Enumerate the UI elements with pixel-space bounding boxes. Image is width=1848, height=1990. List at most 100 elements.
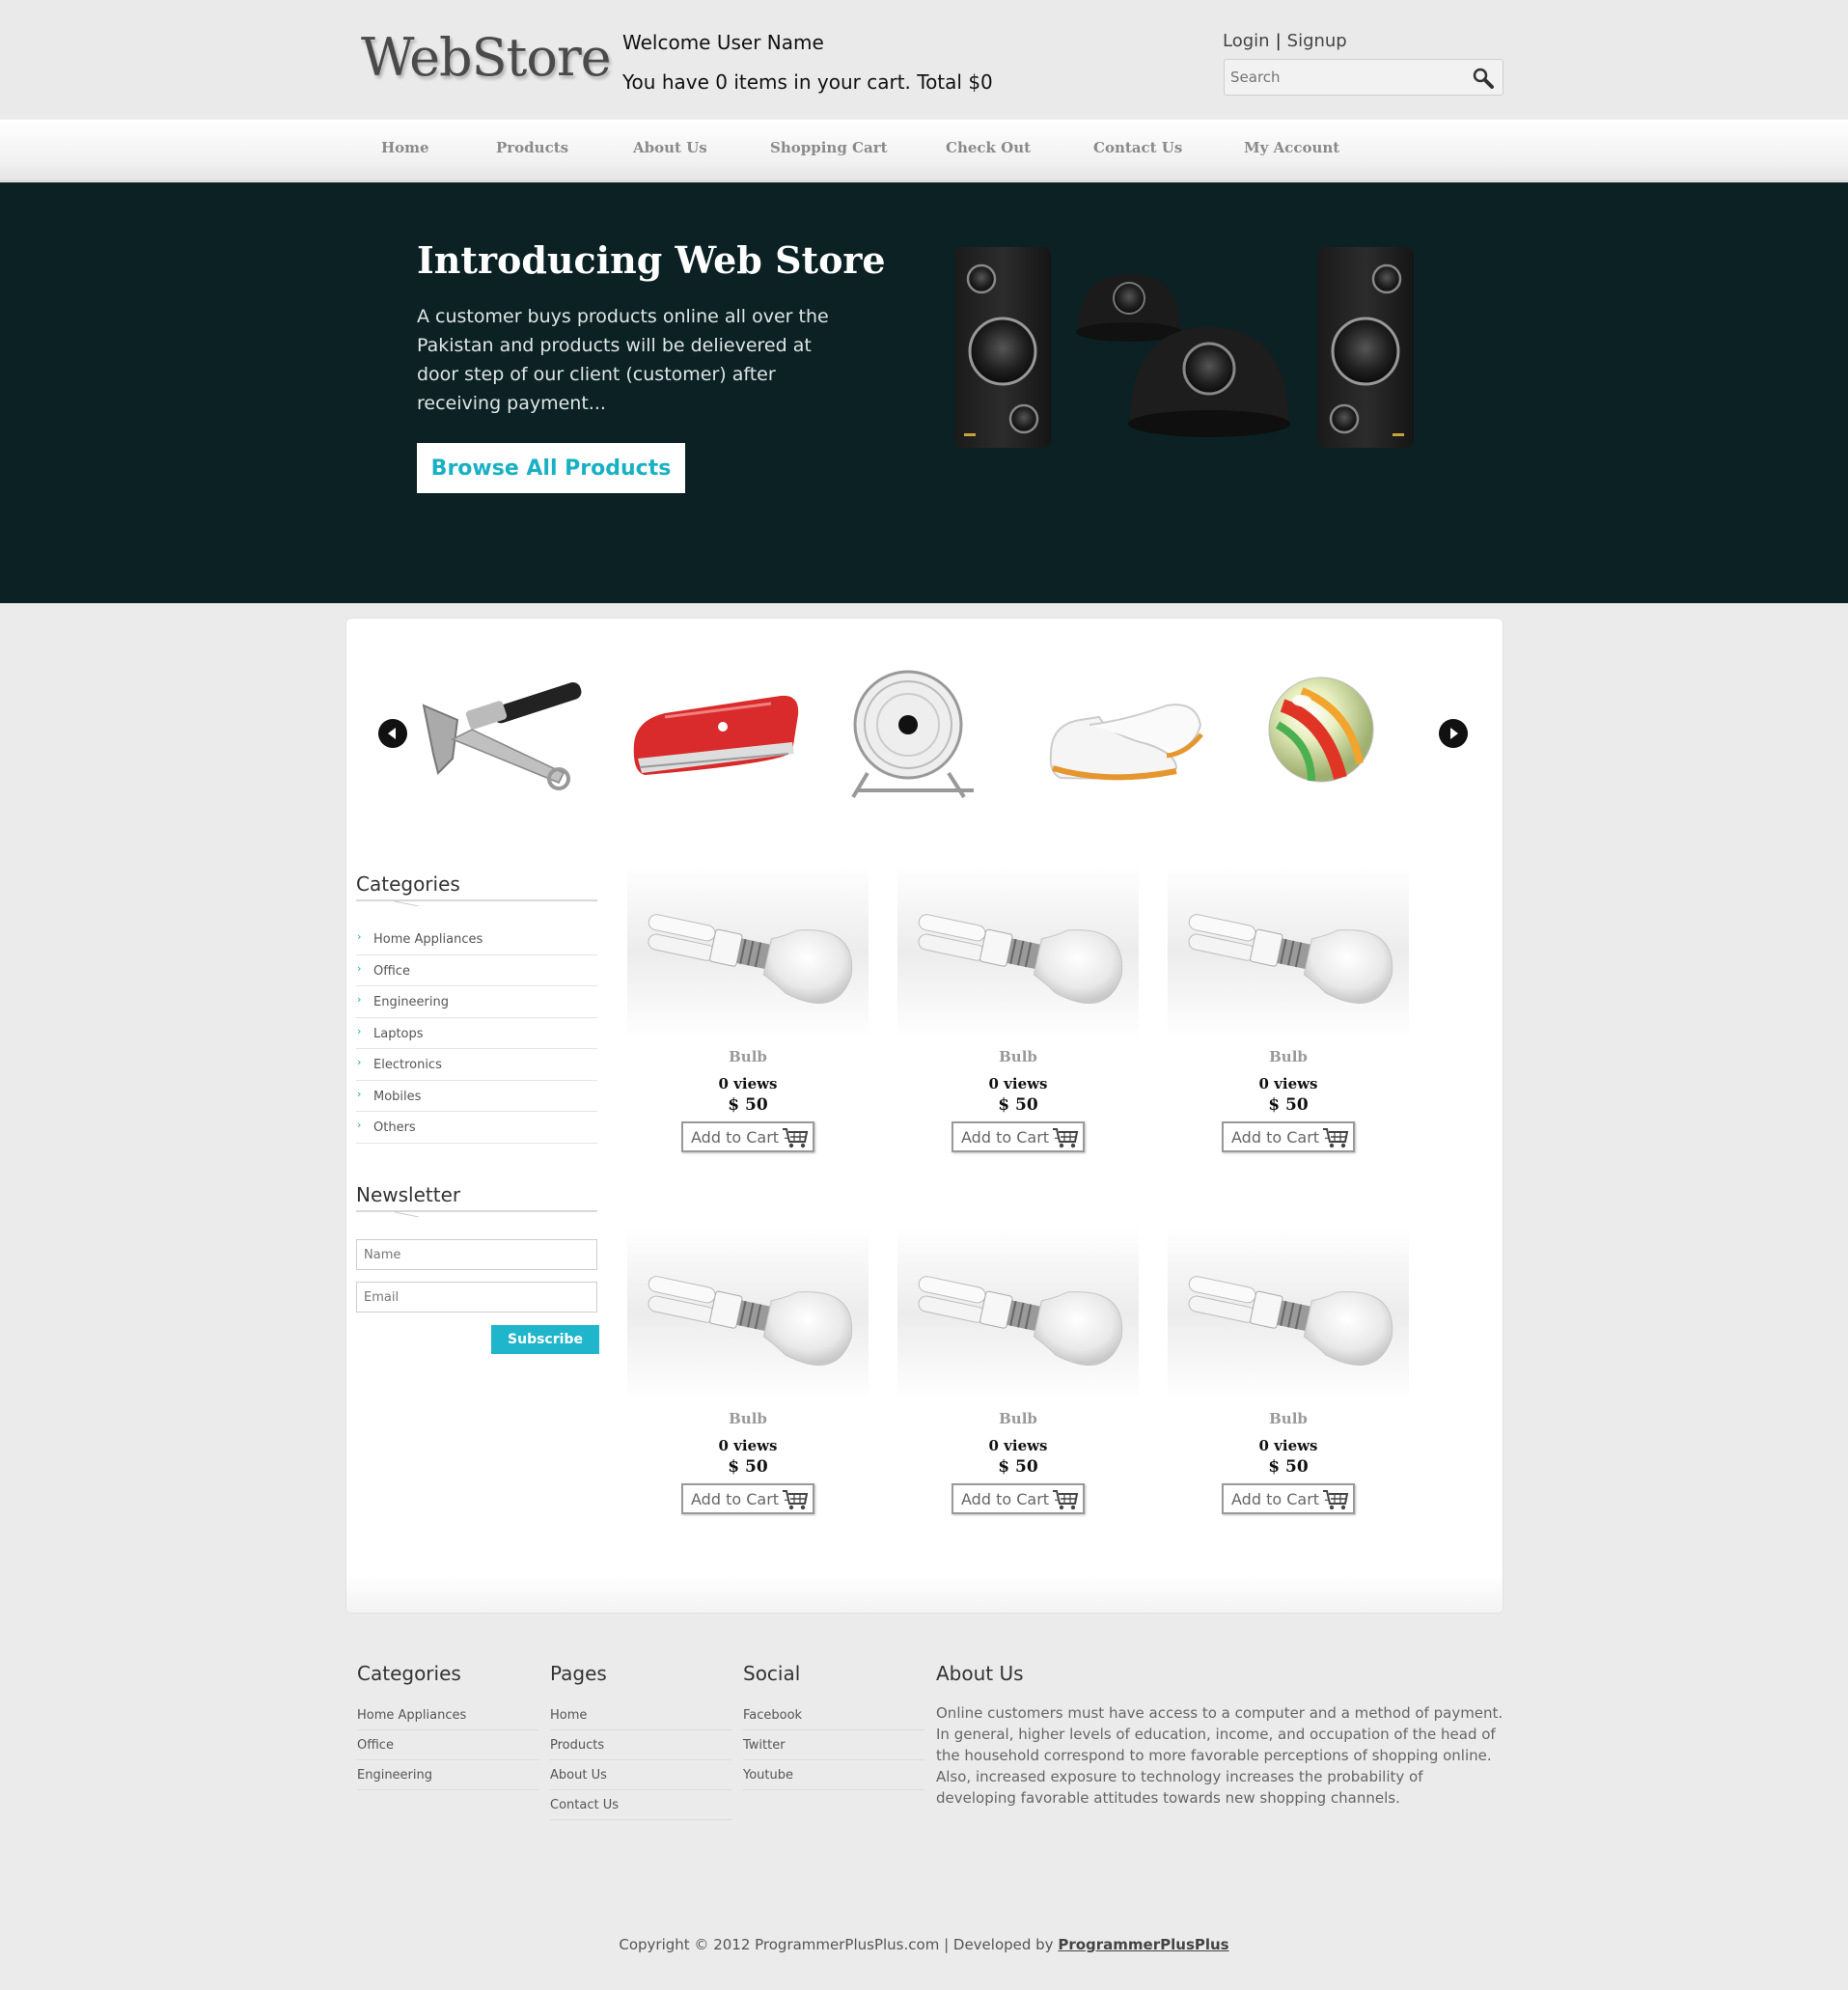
nav-my-account[interactable]: My Account (1244, 139, 1339, 156)
newsletter-email-input[interactable] (356, 1282, 597, 1313)
product-price: $ 50 (998, 1095, 1038, 1115)
main-nav: Home Products About Us Shopping Cart Che… (0, 120, 1848, 181)
chevron-right-icon: › (357, 1087, 362, 1100)
footer-category-link[interactable]: Engineering (357, 1760, 538, 1790)
product-card: Bulb 0 views $ 50 Add to Cart - (897, 865, 1139, 1174)
nav-shopping-cart[interactable]: Shopping Cart (770, 139, 888, 156)
product-views: 0 views (988, 1075, 1048, 1092)
nav-about-us[interactable]: About Us (633, 139, 707, 156)
product-card: Bulb 0 views $ 50 Add to Cart - (1168, 1227, 1409, 1535)
cart-icon (1052, 1126, 1079, 1149)
speakers-image (954, 247, 1414, 448)
carousel-item-fan[interactable] (829, 667, 1003, 802)
product-views: 0 views (988, 1437, 1048, 1454)
bulb-image[interactable] (1168, 865, 1409, 1038)
footer-categories-title: Categories (357, 1662, 461, 1685)
nav-home[interactable]: Home (381, 139, 429, 156)
category-item[interactable]: › Others (356, 1112, 597, 1144)
auth-links: Login | Signup (1223, 31, 1347, 51)
product-price: $ 50 (1268, 1457, 1309, 1477)
product-card: Bulb 0 views $ 50 Add to Cart - (897, 1227, 1139, 1535)
carousel-item-pocket-knife[interactable] (626, 667, 800, 802)
product-name[interactable]: Bulb (627, 1410, 869, 1427)
signup-link[interactable]: Signup (1287, 31, 1347, 51)
bulb-image[interactable] (1168, 1227, 1409, 1400)
cart-icon (1322, 1126, 1349, 1149)
product-name[interactable]: Bulb (627, 1048, 869, 1065)
search-icon[interactable] (1472, 67, 1495, 90)
add-to-cart-button[interactable]: Add to Cart - (1222, 1483, 1355, 1514)
newsletter-divider (356, 1210, 597, 1217)
carousel-item-shoes[interactable] (1032, 667, 1205, 802)
product-name[interactable]: Bulb (1168, 1048, 1409, 1065)
product-price: $ 50 (1268, 1095, 1309, 1115)
site-logo[interactable]: WebStore (361, 27, 612, 88)
footer-page-link[interactable]: Home (550, 1700, 731, 1730)
footer-social-link[interactable]: Twitter (743, 1730, 924, 1760)
category-item[interactable]: › Engineering (356, 986, 597, 1018)
carousel-prev-button[interactable] (378, 719, 407, 748)
login-link[interactable]: Login (1223, 31, 1270, 51)
chevron-right-icon: › (357, 1119, 362, 1131)
footer-page-link[interactable]: Products (550, 1730, 731, 1760)
footer-page-link[interactable]: Contact Us (550, 1790, 731, 1820)
category-item[interactable]: › Office (356, 955, 597, 986)
newsletter-name-input[interactable] (356, 1239, 597, 1270)
hero-text: A customer buys products online all over… (417, 306, 829, 414)
arrow-left-icon (388, 728, 396, 739)
bulb-image[interactable] (627, 1227, 869, 1400)
product-card: Bulb 0 views $ 50 Add to Cart - (627, 1227, 869, 1535)
site-header: WebStore Welcome User Name You have 0 it… (0, 0, 1848, 120)
product-name[interactable]: Bulb (1168, 1410, 1409, 1427)
footer-social-link[interactable]: Youtube (743, 1760, 924, 1790)
chevron-right-icon: › (357, 993, 362, 1006)
browse-all-products-button[interactable]: Browse All Products (417, 443, 685, 493)
add-to-cart-label: Add to Cart - (1231, 1489, 1330, 1508)
footer-category-link[interactable]: Home Appliances (357, 1700, 538, 1730)
search-input[interactable] (1230, 68, 1462, 87)
add-to-cart-button[interactable]: Add to Cart - (952, 1121, 1085, 1152)
category-item[interactable]: › Laptops (356, 1018, 597, 1049)
product-name[interactable]: Bulb (897, 1410, 1139, 1427)
nav-products[interactable]: Products (496, 139, 568, 156)
auth-separator: | (1275, 31, 1282, 51)
add-to-cart-button[interactable]: Add to Cart - (952, 1483, 1085, 1514)
category-item[interactable]: › Home Appliances (356, 924, 597, 955)
carousel-item-marble[interactable] (1234, 667, 1408, 802)
cart-icon (1052, 1488, 1079, 1511)
carousel-item-hammer[interactable] (414, 667, 588, 802)
footer-social-link[interactable]: Facebook (743, 1700, 924, 1730)
cart-icon (782, 1488, 809, 1511)
product-views: 0 views (1258, 1075, 1318, 1092)
add-to-cart-label: Add to Cart - (691, 1489, 789, 1508)
chevron-right-icon: › (357, 961, 362, 975)
subscribe-button[interactable]: Subscribe (491, 1325, 599, 1354)
copyright: Copyright © 2012 ProgrammerPlusPlus.com … (0, 1936, 1848, 1953)
chevron-right-icon: › (357, 1056, 362, 1068)
chevron-right-icon: › (357, 1024, 362, 1037)
categories-divider (356, 899, 597, 906)
welcome-message: Welcome User Name (622, 31, 824, 54)
bulb-image[interactable] (897, 1227, 1139, 1400)
add-to-cart-button[interactable]: Add to Cart - (1222, 1121, 1355, 1152)
nav-contact-us[interactable]: Contact Us (1093, 139, 1182, 156)
category-item[interactable]: › Mobiles (356, 1081, 597, 1112)
carousel-next-button[interactable] (1439, 719, 1468, 748)
add-to-cart-button[interactable]: Add to Cart - (681, 1121, 814, 1152)
add-to-cart-button[interactable]: Add to Cart - (681, 1483, 814, 1514)
categories-list: › Home Appliances › Office › Engineering › L… (356, 924, 597, 1144)
developer-link[interactable]: ProgrammerPlusPlus (1058, 1936, 1228, 1953)
footer-about-text: Online customers must have access to a c… (936, 1704, 1503, 1807)
footer-pages-list: Home Products About Us Contact Us (550, 1700, 731, 1820)
bulb-image[interactable] (897, 865, 1139, 1038)
category-item[interactable]: › Electronics (356, 1049, 597, 1081)
footer-social-list: Facebook Twitter Youtube (743, 1700, 924, 1790)
bulb-image[interactable] (627, 865, 869, 1038)
add-to-cart-label: Add to Cart - (961, 1489, 1060, 1508)
hero-banner: Introducing Web Store A customer buys pr… (0, 182, 1848, 603)
product-name[interactable]: Bulb (897, 1048, 1139, 1065)
footer-category-link[interactable]: Office (357, 1730, 538, 1760)
nav-check-out[interactable]: Check Out (946, 139, 1031, 156)
cart-icon (1322, 1488, 1349, 1511)
footer-page-link[interactable]: About Us (550, 1760, 731, 1790)
